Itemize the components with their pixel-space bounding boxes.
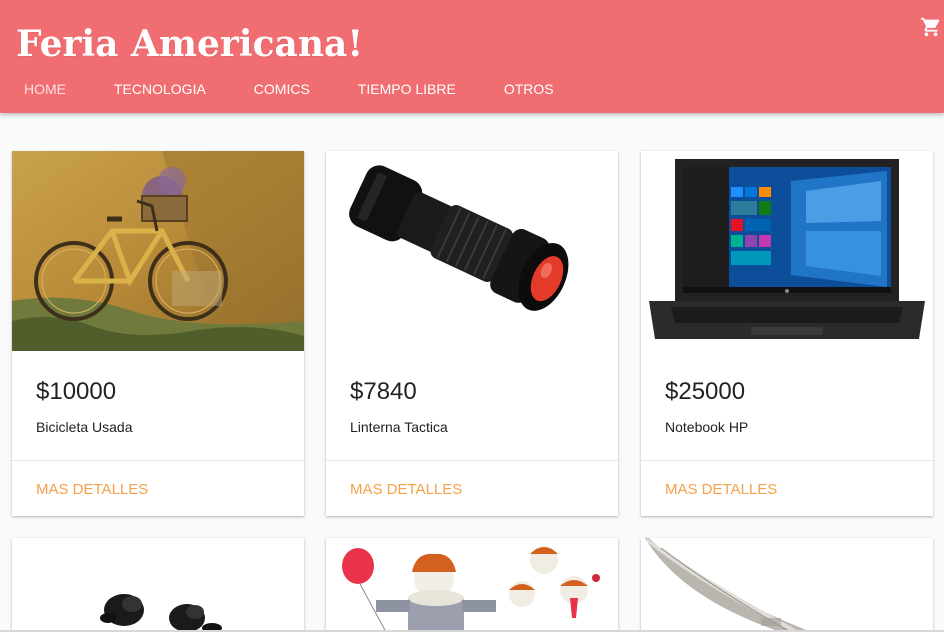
product-card: $10000 Bicicleta Usada MAS DETALLES bbox=[12, 151, 304, 516]
nav-item-home[interactable]: HOME bbox=[0, 70, 90, 108]
more-details-link[interactable]: MAS DETALLES bbox=[665, 480, 777, 500]
more-details-link[interactable]: MAS DETALLES bbox=[350, 480, 462, 500]
more-details-link[interactable]: MAS DETALLES bbox=[36, 480, 148, 500]
card-divider bbox=[12, 460, 304, 461]
laptop-image[interactable] bbox=[641, 151, 933, 351]
product-price: $25000 bbox=[665, 378, 746, 405]
card-divider bbox=[641, 460, 933, 461]
product-title: Linterna Tactica bbox=[350, 419, 448, 435]
product-card bbox=[326, 538, 618, 632]
brand-logo[interactable]: Feria Americana! bbox=[16, 22, 363, 66]
earbuds-image[interactable] bbox=[12, 538, 304, 632]
flashlight-image[interactable] bbox=[326, 151, 618, 351]
product-card: $7840 Linterna Tactica MAS DETALLES bbox=[326, 151, 618, 516]
nav-item-comics[interactable]: COMICS bbox=[230, 70, 334, 108]
knife-image[interactable] bbox=[641, 538, 933, 632]
bicycle-image[interactable] bbox=[12, 151, 304, 351]
clown-figure-image[interactable] bbox=[326, 538, 618, 632]
product-title: Notebook HP bbox=[665, 419, 749, 435]
product-title: Bicicleta Usada bbox=[36, 419, 133, 435]
main-nav: HOME TECNOLOGIA COMICS TIEMPO LIBRE OTRO… bbox=[0, 70, 578, 108]
shopping-cart-icon[interactable] bbox=[920, 16, 942, 38]
product-card bbox=[641, 538, 933, 632]
card-divider bbox=[326, 460, 618, 461]
product-price: $7840 bbox=[350, 378, 417, 405]
nav-item-tecnologia[interactable]: TECNOLOGIA bbox=[90, 70, 230, 108]
product-card: $25000 Notebook HP MAS DETALLES bbox=[641, 151, 933, 516]
product-card bbox=[12, 538, 304, 632]
top-header: Feria Americana! HOME TECNOLOGIA COMICS … bbox=[0, 0, 944, 113]
product-price: $10000 bbox=[36, 378, 117, 405]
nav-item-otros[interactable]: OTROS bbox=[480, 70, 578, 108]
nav-item-tiempo-libre[interactable]: TIEMPO LIBRE bbox=[334, 70, 480, 108]
